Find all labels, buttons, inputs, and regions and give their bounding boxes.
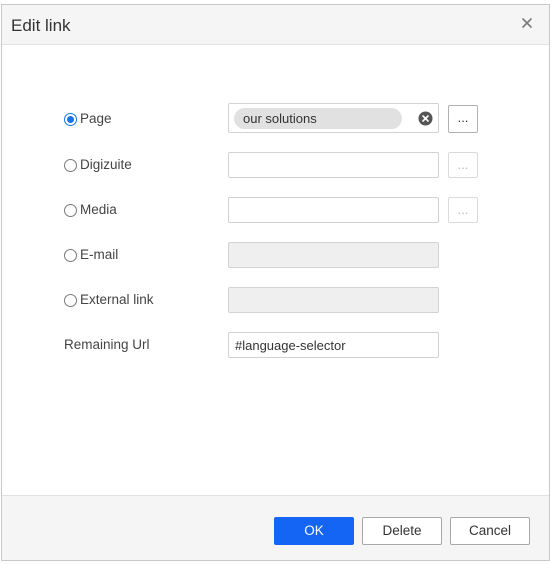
- digizuite-field[interactable]: [228, 152, 439, 178]
- dialog-footer: OK Delete Cancel: [2, 495, 549, 560]
- media-browse-button[interactable]: ...: [448, 197, 478, 223]
- edit-link-dialog: Edit link Page our solutions ... Digizui…: [1, 4, 550, 561]
- media-radio[interactable]: [64, 204, 77, 217]
- digizuite-browse-button[interactable]: ...: [448, 152, 478, 178]
- option-row-email: E-mail: [2, 242, 549, 268]
- email-radio[interactable]: [64, 249, 77, 262]
- option-row-media: Media ...: [2, 197, 549, 223]
- digizuite-radio[interactable]: [64, 159, 77, 172]
- external-link-label: External link: [80, 292, 154, 307]
- delete-button[interactable]: Delete: [362, 517, 442, 545]
- digizuite-label: Digizuite: [80, 157, 132, 172]
- media-field[interactable]: [228, 197, 439, 223]
- external-link-radio[interactable]: [64, 294, 77, 307]
- dialog-header: Edit link: [2, 5, 549, 45]
- dialog-title: Edit link: [11, 16, 71, 35]
- cancel-button[interactable]: Cancel: [450, 517, 530, 545]
- page-radio[interactable]: [64, 113, 77, 126]
- media-label: Media: [80, 202, 117, 217]
- close-icon[interactable]: [519, 15, 535, 31]
- page-picker-field[interactable]: our solutions: [228, 103, 439, 133]
- email-label: E-mail: [80, 247, 119, 262]
- option-row-external-link: External link: [2, 287, 549, 313]
- remaining-url-label: Remaining Url: [64, 337, 150, 352]
- option-row-digizuite: Digizuite ...: [2, 152, 549, 178]
- external-link-field[interactable]: [228, 287, 439, 313]
- page-browse-button[interactable]: ...: [448, 105, 478, 133]
- selected-page-tag: our solutions: [234, 108, 402, 129]
- email-field[interactable]: [228, 242, 439, 268]
- clear-icon[interactable]: [418, 111, 433, 126]
- ok-button[interactable]: OK: [274, 517, 354, 545]
- option-row-page: Page our solutions ...: [2, 103, 549, 133]
- remaining-url-row: Remaining Url #language-selector: [2, 332, 549, 358]
- remaining-url-input[interactable]: #language-selector: [228, 332, 439, 358]
- page-label: Page: [80, 111, 112, 126]
